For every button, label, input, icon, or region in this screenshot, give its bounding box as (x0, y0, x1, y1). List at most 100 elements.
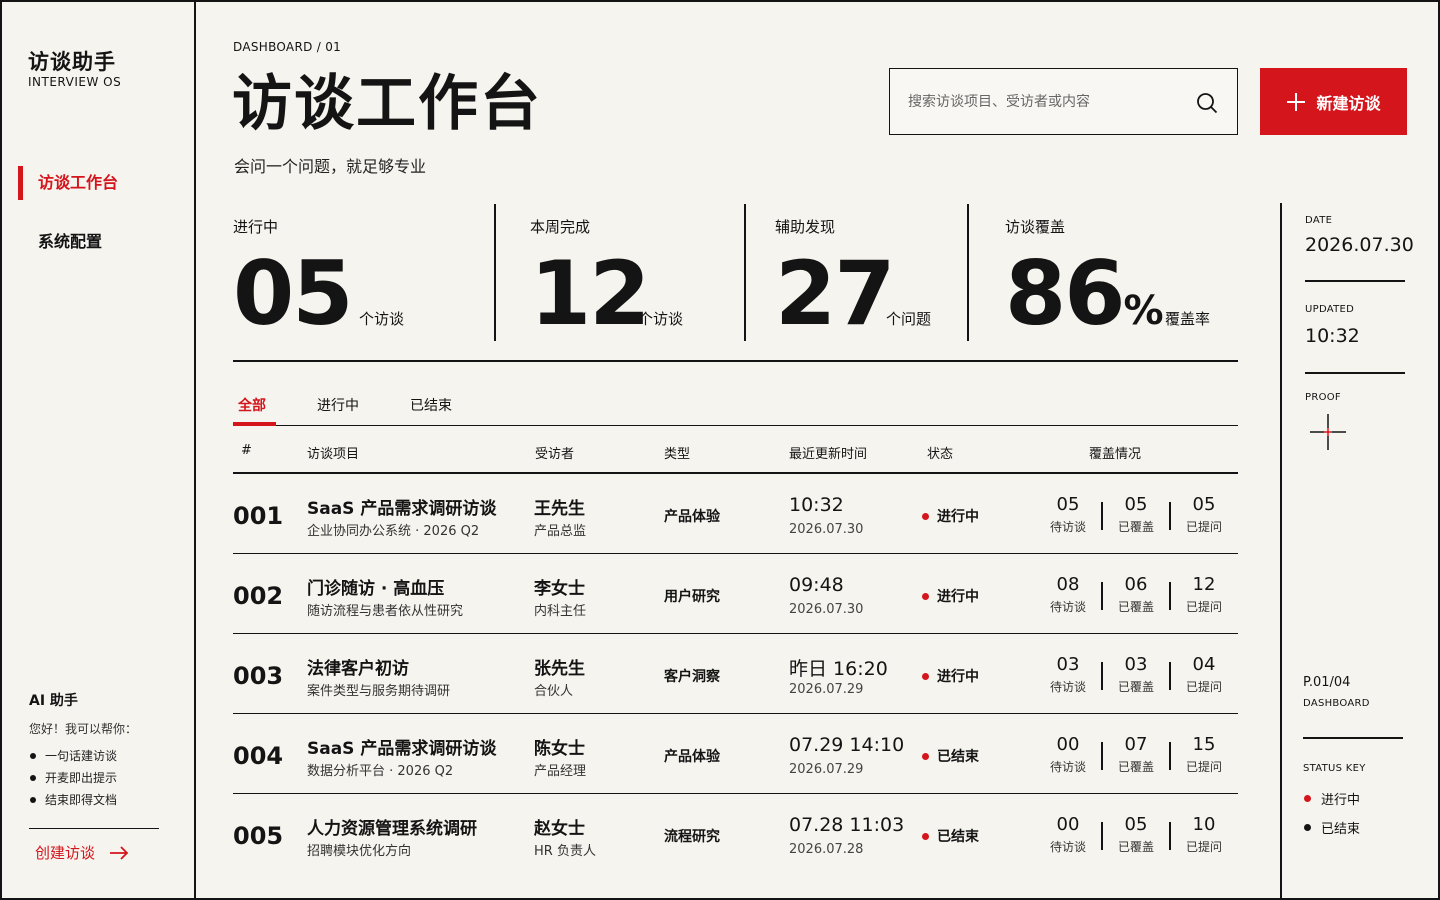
rail-divider (1303, 737, 1403, 739)
status-key-text: 进行中 (1321, 793, 1361, 808)
sidebar-item-settings[interactable]: 系统配置 (18, 225, 188, 259)
stat-divider (744, 204, 746, 341)
status-dot-icon (922, 512, 929, 520)
coverage-covered: 06 已覆盖 (1110, 574, 1162, 618)
project-title[interactable]: SaaS 产品需求调研访谈 (307, 734, 496, 759)
table-row[interactable]: 002 门诊随访 · 高血压 随访流程与患者依从性研究 李女士 内科主任 用户研… (233, 554, 1238, 634)
project-title[interactable]: SaaS 产品需求调研访谈 (307, 494, 496, 519)
table-row[interactable]: 005 人力资源管理系统调研 招聘模块优化方向 赵女士 HR 负责人 流程研究 … (233, 794, 1238, 874)
updated-date: 2026.07.30 (789, 602, 864, 617)
coverage-label: 已覆盖 (1117, 520, 1154, 534)
page-label: DASHBOARD (1303, 698, 1370, 709)
stat-label: 进行中 (233, 218, 279, 236)
tab-all[interactable]: 全部 (238, 395, 266, 415)
status-label: 已结束 (937, 749, 979, 765)
column-header-interviewee[interactable]: 受访者 (535, 443, 574, 462)
status-dot-icon (922, 832, 929, 840)
create-interview-link[interactable]: 创建访谈 (35, 842, 129, 863)
interviewee-name: 陈女士 (534, 739, 585, 759)
coverage-separator (1101, 662, 1103, 690)
project-subtitle: 企业协同办公系统 · 2026 Q2 (307, 524, 480, 539)
status-badge: 进行中 (922, 666, 979, 686)
status-dot-icon (922, 592, 929, 600)
coverage-value: 05 (1056, 494, 1080, 515)
search-icon[interactable] (1195, 91, 1219, 115)
coverage-value: 03 (1056, 654, 1080, 675)
stat-divider (494, 204, 496, 341)
right-rail-divider (1280, 203, 1282, 900)
coverage-value: 05 (1124, 494, 1148, 515)
list-item: 结束即得文档 (29, 789, 117, 811)
interviewee-role: 产品总监 (534, 524, 587, 539)
search-input[interactable] (908, 89, 1188, 115)
coverage-label: 已提问 (1185, 600, 1222, 614)
page-subtitle: 会问一个问题，就足够专业 (234, 157, 427, 176)
coverage-pending: 00 待访谈 (1042, 814, 1094, 858)
interview-type: 用户研究 (664, 589, 720, 605)
coverage-label: 待访谈 (1049, 680, 1086, 694)
column-header-project[interactable]: 访谈项目 (307, 443, 359, 462)
status-badge: 已结束 (922, 746, 979, 766)
tab-in-progress[interactable]: 进行中 (317, 395, 359, 415)
project-title[interactable]: 人力资源管理系统调研 (307, 814, 477, 839)
coverage-covered: 05 已覆盖 (1110, 494, 1162, 538)
sidebar: 访谈助手 INTERVIEW OS 访谈工作台 系统配置 AI 助手 您好！我可… (0, 0, 196, 900)
status-label: 进行中 (937, 589, 979, 605)
coverage-asked: 12 已提问 (1178, 574, 1230, 618)
coverage-value: 06 (1124, 574, 1148, 595)
sidebar-item-workbench[interactable]: 访谈工作台 (18, 166, 188, 200)
interview-type: 流程研究 (664, 829, 720, 845)
updated-time: 10:32 (789, 494, 844, 516)
project-title[interactable]: 门诊随访 · 高血压 (307, 574, 444, 599)
interviewee-name: 李女士 (534, 579, 585, 599)
plus-icon (1287, 92, 1306, 111)
coverage-label: 已覆盖 (1117, 760, 1154, 774)
coverage-pending: 00 待访谈 (1042, 734, 1094, 778)
table-row[interactable]: 004 SaaS 产品需求调研访谈 数据分析平台 · 2026 Q2 陈女士 产… (233, 714, 1238, 794)
status-label: 进行中 (937, 669, 979, 685)
coverage-covered: 03 已覆盖 (1110, 654, 1162, 698)
coverage-separator (1101, 502, 1103, 530)
proof-label: PROOF (1305, 392, 1341, 403)
coverage-separator (1169, 502, 1171, 530)
updated-time: 昨日 16:20 (789, 658, 888, 680)
status-dot-icon (1304, 824, 1311, 831)
interviewee-role: 合伙人 (534, 684, 574, 699)
column-header-type[interactable]: 类型 (664, 443, 690, 462)
coverage-label: 已提问 (1185, 760, 1222, 774)
stat-label: 访谈覆盖 (1005, 218, 1066, 236)
status-key-finished: 已结束 (1304, 818, 1360, 837)
coverage-pending: 03 待访谈 (1042, 654, 1094, 698)
interview-type: 产品体验 (664, 749, 720, 765)
updated-date: 2026.07.29 (789, 762, 864, 777)
project-subtitle: 随访流程与患者依从性研究 (307, 604, 464, 619)
coverage-pending: 05 待访谈 (1042, 494, 1094, 538)
table-row[interactable]: 001 SaaS 产品需求调研访谈 企业协同办公系统 · 2026 Q2 王先生… (233, 474, 1238, 554)
interviewee-role: HR 负责人 (534, 844, 596, 859)
tab-finished[interactable]: 已结束 (410, 395, 452, 415)
project-title[interactable]: 法律客户初访 (307, 654, 409, 679)
coverage-asked: 10 已提问 (1178, 814, 1230, 858)
status-badge: 进行中 (922, 586, 979, 606)
interview-type: 产品体验 (664, 509, 720, 525)
interviewee-name: 赵女士 (534, 819, 585, 839)
stat-value: 05 (233, 242, 353, 345)
coverage-separator (1169, 582, 1171, 610)
column-header-status[interactable]: 状态 (927, 443, 953, 462)
coverage-pending: 08 待访谈 (1042, 574, 1094, 618)
new-interview-button[interactable]: 新建访谈 (1260, 68, 1407, 135)
status-dot-icon (922, 752, 929, 760)
project-subtitle: 案件类型与服务期待调研 (307, 684, 451, 699)
stat-number: 86 (1005, 242, 1125, 345)
coverage-covered: 05 已覆盖 (1110, 814, 1162, 858)
project-subtitle: 数据分析平台 · 2026 Q2 (307, 764, 454, 779)
table-row[interactable]: 003 法律客户初访 案件类型与服务期待调研 张先生 合伙人 客户洞察 昨日 1… (233, 634, 1238, 714)
coverage-value: 12 (1192, 574, 1216, 595)
coverage-label: 已提问 (1185, 520, 1222, 534)
coverage-value: 03 (1124, 654, 1148, 675)
coverage-separator (1169, 662, 1171, 690)
stats-divider (233, 360, 1238, 362)
column-header-updated[interactable]: 最近更新时间 (789, 443, 867, 462)
coverage-separator (1101, 582, 1103, 610)
ai-capability-list: 一句话建访谈 开麦即出提示 结束即得文档 (29, 745, 117, 811)
